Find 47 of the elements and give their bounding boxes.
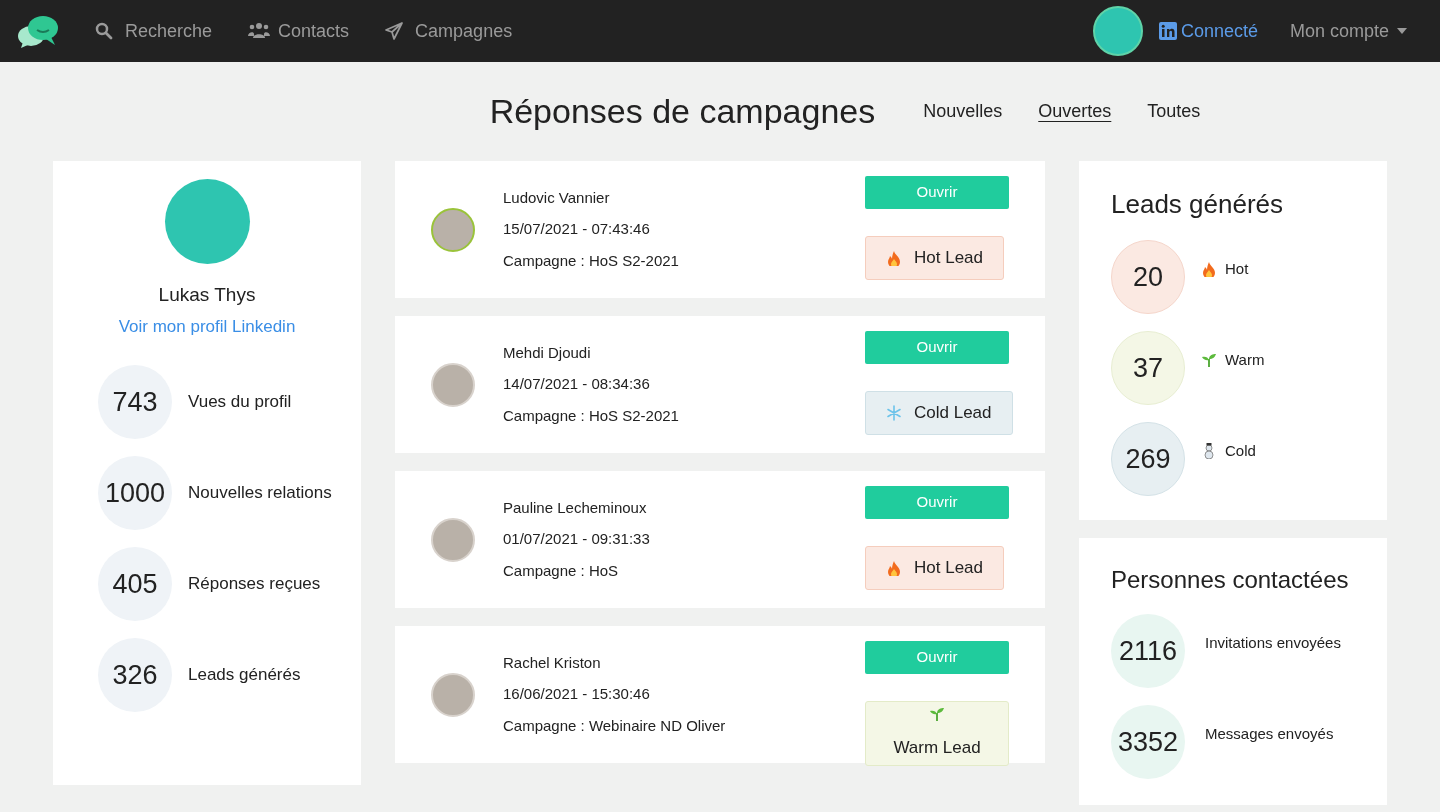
- contact-name: Ludovic Vannier: [503, 187, 611, 208]
- contact-stat-label: Messages envoyés: [1205, 723, 1334, 744]
- response-date: 01/07/2021 - 09:31:33: [503, 529, 651, 550]
- stat-label: Leads générés: [188, 664, 301, 687]
- lead-badge: Cold Lead: [865, 391, 1013, 435]
- lead-type-label: Cold: [1225, 440, 1256, 461]
- lead-badge: Hot Lead: [865, 236, 1004, 280]
- contact-name: Rachel Kriston: [503, 652, 602, 673]
- stat-label: Vues du profil: [188, 391, 292, 414]
- lead-count: 20: [1111, 240, 1185, 314]
- lead-type-label: Warm: [1225, 349, 1265, 370]
- tab[interactable]: Nouvelles: [923, 98, 1003, 125]
- response-date: 14/07/2021 - 08:34:36: [503, 374, 651, 395]
- contact-count: 2116: [1111, 614, 1185, 688]
- response-date: 16/06/2021 - 15:30:46: [503, 684, 651, 705]
- stat-label: Réponses reçues: [188, 573, 321, 596]
- response-date: 15/07/2021 - 07:43:46: [503, 219, 651, 240]
- linkedin-status-link[interactable]: Connecté: [1158, 17, 1258, 45]
- account-menu[interactable]: Mon compte: [1289, 17, 1407, 45]
- contact-name: Mehdi Djoudi: [503, 342, 592, 363]
- lead-badge: Warm Lead: [865, 701, 1009, 766]
- card-title: Personnes contactées: [1111, 565, 1350, 595]
- profile-link[interactable]: Voir mon profil Linkedin: [118, 313, 296, 339]
- lead-count: 269: [1111, 422, 1185, 496]
- nav-link[interactable]: Campagnes: [385, 17, 513, 45]
- nav-link[interactable]: Recherche: [95, 17, 213, 45]
- stat-label: Nouvelles relations: [188, 482, 332, 505]
- contact-name: Pauline Lecheminoux: [503, 497, 648, 518]
- lead-count: 37: [1111, 331, 1185, 405]
- profile-name: Lukas Thys: [158, 283, 256, 307]
- campaign-name: Campagne : HoS S2-2021: [503, 250, 680, 271]
- page-title: Réponses de campagnes: [489, 91, 876, 132]
- stat-value: 326: [98, 638, 172, 712]
- campaign-name: Campagne : HoS: [503, 560, 620, 581]
- card-title: Leads générés: [1111, 188, 1285, 221]
- campaign-name: Campagne : Webinaire ND Oliver: [503, 715, 727, 736]
- stat-value: 405: [98, 547, 172, 621]
- lead-type-label: Hot: [1225, 258, 1249, 279]
- stat-value: 743: [98, 365, 172, 439]
- tab[interactable]: Ouvertes: [1038, 98, 1112, 125]
- campaign-name: Campagne : HoS S2-2021: [503, 405, 680, 426]
- contact-count: 3352: [1111, 705, 1185, 779]
- tab[interactable]: Toutes: [1147, 98, 1201, 125]
- lead-badge: Hot Lead: [865, 546, 1004, 590]
- contact-stat-label: Invitations envoyées: [1205, 632, 1341, 653]
- nav-link[interactable]: Contacts: [248, 17, 350, 45]
- stat-value: 1000: [98, 456, 172, 530]
